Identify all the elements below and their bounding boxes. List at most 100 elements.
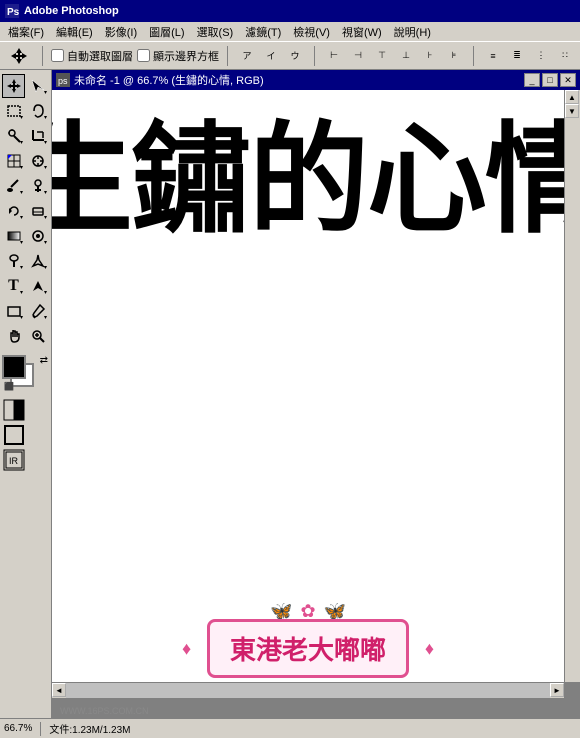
align-top[interactable]: ⊥ xyxy=(395,45,417,67)
vertical-scrollbar[interactable]: ▲ ▼ xyxy=(564,90,580,682)
svg-text:Ps: Ps xyxy=(7,7,19,18)
scroll-down[interactable]: ▼ xyxy=(565,104,579,118)
badge-side-right: ♦ xyxy=(425,638,434,659)
screen-mode-row xyxy=(2,423,49,447)
doc-close[interactable]: ✕ xyxy=(560,73,576,87)
select-tool[interactable]: ▾ xyxy=(26,74,49,98)
tool-row-5: ▾ ▾ xyxy=(2,174,49,198)
eraser-tool[interactable]: ▾ xyxy=(26,199,49,223)
separator-2 xyxy=(227,46,228,66)
tool-row-7: ▾ ▾ xyxy=(2,224,49,248)
move-tool[interactable] xyxy=(2,74,25,98)
switch-colors[interactable]: ⇄ xyxy=(40,355,48,366)
screen-mode-row-2: IR xyxy=(2,448,49,472)
brush-tool[interactable]: ▾ xyxy=(2,174,25,198)
auto-select-checkbox[interactable] xyxy=(51,49,64,62)
tool-row-9: T ▾ ▾ xyxy=(2,274,49,298)
pen-tool[interactable]: ▾ xyxy=(26,249,49,273)
hand-tool[interactable] xyxy=(2,324,25,348)
clone-stamp-tool[interactable]: ▾ xyxy=(26,174,49,198)
show-bounds-label[interactable]: 顯示邊界方框 xyxy=(137,48,219,64)
dodge-tool[interactable]: ▾ xyxy=(2,249,25,273)
menu-filter[interactable]: 濾鏡(T) xyxy=(239,22,287,42)
doc-maximize[interactable]: □ xyxy=(542,73,558,87)
document-titlebar: ps 未命名 -1 @ 66.7% (生鏽的心情, RGB) _ □ ✕ xyxy=(52,70,580,90)
canvas-area: ps 未命名 -1 @ 66.7% (生鏽的心情, RGB) _ □ ✕ 生鏽的… xyxy=(52,70,580,718)
scroll-up[interactable]: ▲ xyxy=(565,90,579,104)
horizontal-scrollbar[interactable]: ◄ ► xyxy=(52,682,564,698)
distribute-3[interactable]: ⋮ xyxy=(530,45,552,67)
zoom-tool[interactable] xyxy=(26,324,49,348)
auto-select-layer-label[interactable]: 自動選取圖層 xyxy=(51,48,133,64)
menu-image[interactable]: 影像(I) xyxy=(99,22,143,42)
canvas-image: 生鏽的心情 🦋 ✿ 🦋 ♦ xyxy=(52,90,564,698)
app-title: Adobe Photoshop xyxy=(24,5,119,17)
screen-mode-standard[interactable] xyxy=(2,423,26,447)
menu-file[interactable]: 檔案(F) xyxy=(2,22,50,42)
reset-colors[interactable]: ⬛ xyxy=(4,382,14,391)
path-select-tool[interactable]: ▾ xyxy=(26,274,49,298)
scroll-left[interactable]: ◄ xyxy=(52,683,66,697)
blur-tool[interactable]: ▾ xyxy=(26,224,49,248)
align-center-v[interactable]: ⊦ xyxy=(419,45,441,67)
separator-3 xyxy=(314,46,315,66)
status-separator xyxy=(40,722,41,736)
tool-row-10: ▾ ▾ xyxy=(2,299,49,323)
align-left[interactable]: ⊢ xyxy=(323,45,345,67)
eyedropper-tool[interactable]: ▾ xyxy=(26,299,49,323)
distribute-2[interactable]: ≣ xyxy=(506,45,528,67)
gradient-tool[interactable]: ▾ xyxy=(2,224,25,248)
foreground-color[interactable] xyxy=(2,355,26,379)
text-tool[interactable]: T ▾ xyxy=(2,274,25,298)
doc-minimize[interactable]: _ xyxy=(524,73,540,87)
rect-marquee-tool[interactable]: ▾ xyxy=(2,99,25,123)
tool-row-6: ▾ ▾ xyxy=(2,199,49,223)
align-center-h[interactable]: ⊣ xyxy=(347,45,369,67)
menu-edit[interactable]: 編輯(E) xyxy=(50,22,99,42)
patch-tool[interactable]: ▾ xyxy=(26,149,49,173)
pink-badge: 🦋 ✿ 🦋 ♦ 東港老大嘟嘟 ♦ xyxy=(207,619,409,678)
transform-buttons: ア イ ウ xyxy=(236,45,306,67)
show-bounds-checkbox[interactable] xyxy=(137,49,150,62)
lasso-tool[interactable]: ▾ xyxy=(26,99,49,123)
distribute-1[interactable]: ≡ xyxy=(482,45,504,67)
options-bar: 自動選取圖層 顯示邊界方框 ア イ ウ ⊢ ⊣ ⊤ ⊥ ⊦ ⊧ ≡ ≣ ⋮ ∷ xyxy=(0,42,580,70)
distribute-4[interactable]: ∷ xyxy=(554,45,576,67)
toolbox: ▾ ▾ ▾ xyxy=(0,70,52,718)
move-tool-options xyxy=(4,43,34,69)
menu-layer[interactable]: 圖層(L) xyxy=(143,22,190,42)
jump-to-ir[interactable]: IR xyxy=(2,448,26,472)
history-brush-tool[interactable]: ▾ xyxy=(2,199,25,223)
separator-4 xyxy=(473,46,474,66)
app-icon: Ps xyxy=(4,3,20,19)
svg-text:IR: IR xyxy=(9,456,19,466)
magic-wand-tool[interactable]: ▾ xyxy=(2,124,25,148)
slice-tool[interactable]: ▾ xyxy=(2,149,25,173)
zoom-level: 66.7% xyxy=(4,723,32,734)
separator-1 xyxy=(42,46,43,66)
transform-btn-1[interactable]: ア xyxy=(236,45,258,67)
tool-row-4: ▾ ▾ xyxy=(2,149,49,173)
menu-view[interactable]: 檢視(V) xyxy=(287,22,336,42)
align-bottom[interactable]: ⊧ xyxy=(443,45,465,67)
menu-select[interactable]: 選取(S) xyxy=(191,22,240,42)
transform-btn-2[interactable]: イ xyxy=(260,45,282,67)
color-swatches[interactable]: ⇄ ⬛ xyxy=(2,355,50,391)
badge-frame: 東港老大嘟嘟 xyxy=(207,619,409,678)
menu-help[interactable]: 說明(H) xyxy=(388,22,437,42)
menu-window[interactable]: 視窗(W) xyxy=(336,22,388,42)
shape-tool[interactable]: ▾ xyxy=(2,299,25,323)
crop-tool[interactable]: ▾ xyxy=(26,124,49,148)
badge-area: 🦋 ✿ 🦋 ♦ 東港老大嘟嘟 ♦ xyxy=(207,619,409,678)
tool-row-8: ▾ ▾ xyxy=(2,249,49,273)
align-right[interactable]: ⊤ xyxy=(371,45,393,67)
scroll-right[interactable]: ► xyxy=(550,683,564,697)
transform-btn-3[interactable]: ウ xyxy=(284,45,306,67)
tool-row-1: ▾ xyxy=(2,74,49,98)
align-buttons: ⊢ ⊣ ⊤ ⊥ ⊦ ⊧ xyxy=(323,45,465,67)
quick-mask-mode[interactable] xyxy=(2,398,26,422)
scroll-track-h[interactable] xyxy=(66,683,550,698)
mode-row xyxy=(2,398,49,422)
document-window: ps 未命名 -1 @ 66.7% (生鏽的心情, RGB) _ □ ✕ 生鏽的… xyxy=(52,70,580,698)
distribute-buttons: ≡ ≣ ⋮ ∷ xyxy=(482,45,576,67)
